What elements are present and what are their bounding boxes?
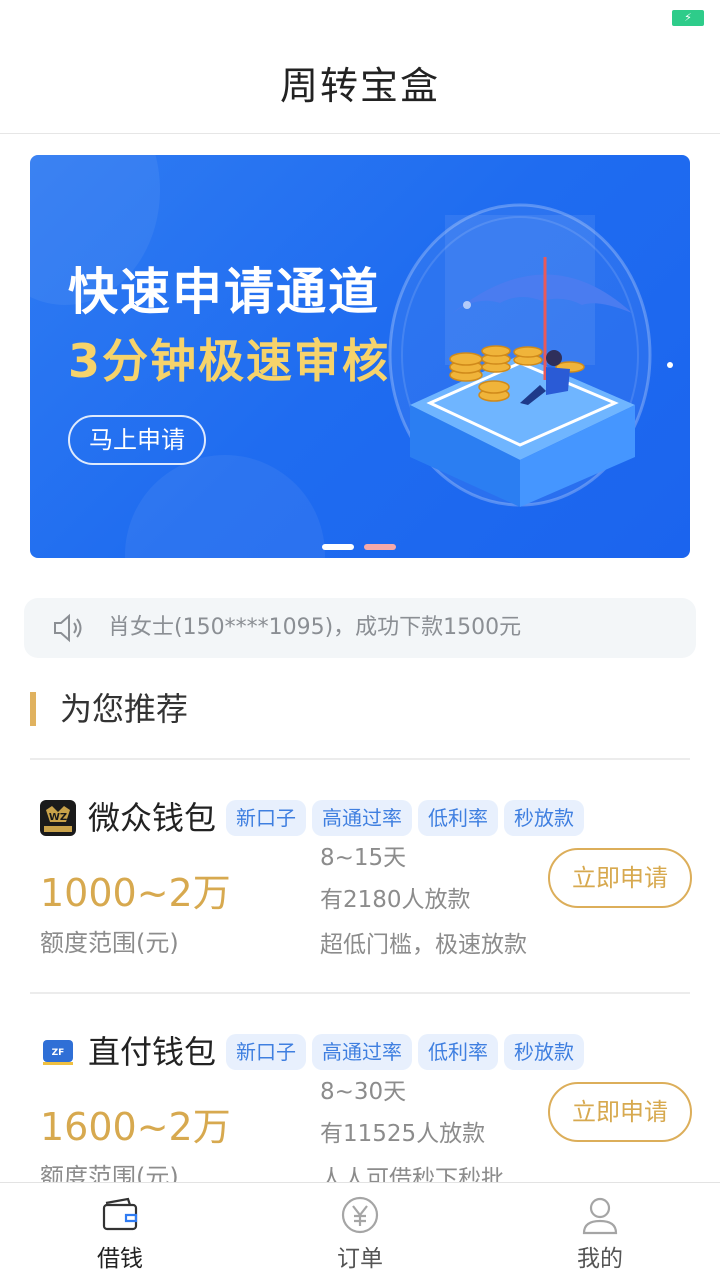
loan-amount-label: 额度范围(元) bbox=[40, 929, 179, 957]
product-tag: 高通过率 bbox=[312, 800, 412, 836]
banner-title: 快速申请通道 bbox=[68, 263, 380, 321]
promo-banner[interactable]: 快速申请通道 3分钟极速审核 马上申请 bbox=[30, 155, 690, 558]
carousel-indicator[interactable] bbox=[322, 535, 406, 550]
wallet-icon bbox=[102, 1197, 138, 1231]
product-tag: 低利率 bbox=[418, 1034, 498, 1070]
page-title: 周转宝盒 bbox=[279, 64, 440, 108]
wz-wallet-logo-icon: WZ bbox=[40, 800, 76, 836]
lent-count: 有11525人放款 bbox=[320, 1121, 486, 1147]
apply-button[interactable]: 立即申请 bbox=[548, 848, 692, 908]
tab-label: 订单 bbox=[337, 1246, 383, 1272]
loan-notice-bar: 肖女士(150****1095)，成功下款1500元 bbox=[24, 598, 696, 658]
product-name: 微众钱包 bbox=[88, 799, 217, 837]
lent-count: 有2180人放款 bbox=[320, 887, 471, 913]
tab-orders[interactable]: 订单 bbox=[240, 1183, 480, 1280]
carousel-dot[interactable] bbox=[364, 544, 396, 550]
loan-amount-range: 1600~2万 bbox=[40, 1105, 231, 1149]
umbrella-vault-illustration bbox=[388, 203, 673, 507]
product-tag: 低利率 bbox=[418, 800, 498, 836]
product-name: 直付钱包 bbox=[88, 1033, 217, 1071]
section-title: 为您推荐 bbox=[60, 690, 189, 728]
svg-text:WZ: WZ bbox=[49, 812, 67, 823]
product-tag: 新口子 bbox=[226, 1034, 306, 1070]
tab-label: 借钱 bbox=[97, 1246, 143, 1272]
apply-button[interactable]: 立即申请 bbox=[548, 1082, 692, 1142]
carousel-dot-active[interactable] bbox=[322, 544, 354, 550]
product-tags: 新口子 高通过率 低利率 秒放款 bbox=[226, 1034, 590, 1070]
tab-label: 我的 bbox=[577, 1246, 623, 1272]
yen-coin-icon bbox=[341, 1196, 379, 1234]
banner-subtitle: 3分钟极速审核 bbox=[68, 334, 391, 388]
product-tag: 秒放款 bbox=[504, 800, 584, 836]
section-accent-bar bbox=[30, 692, 36, 726]
tab-borrow[interactable]: 借钱 bbox=[0, 1183, 240, 1280]
apply-now-button[interactable]: 马上申请 bbox=[68, 415, 206, 465]
bottom-tab-bar: 借钱 订单 我的 bbox=[0, 1182, 720, 1280]
loan-amount-range: 1000~2万 bbox=[40, 871, 231, 915]
person-icon bbox=[582, 1197, 618, 1235]
loan-term: 8~30天 bbox=[320, 1079, 407, 1105]
speaker-icon bbox=[54, 613, 82, 643]
battery-charging-icon: ⚡ bbox=[672, 10, 704, 26]
notice-text: 肖女士(150****1095)，成功下款1500元 bbox=[108, 615, 522, 640]
zf-wallet-logo-icon: ZF bbox=[40, 1034, 76, 1070]
product-tags: 新口子 高通过率 低利率 秒放款 bbox=[226, 800, 590, 836]
product-slogan: 超低门槛，极速放款 bbox=[320, 932, 527, 958]
status-bar: ⚡ bbox=[0, 0, 720, 36]
svg-text:ZF: ZF bbox=[52, 1048, 65, 1058]
product-tag: 高通过率 bbox=[312, 1034, 412, 1070]
loan-term: 8~15天 bbox=[320, 845, 407, 871]
product-card[interactable]: WZ 微众钱包 新口子 高通过率 低利率 秒放款 1000~2万 额度范围(元) 8~… bbox=[0, 760, 720, 992]
nav-bar: 周转宝盒 bbox=[0, 36, 720, 134]
product-tag: 新口子 bbox=[226, 800, 306, 836]
tab-profile[interactable]: 我的 bbox=[480, 1183, 720, 1280]
banner-decor-circle bbox=[125, 455, 325, 558]
product-tag: 秒放款 bbox=[504, 1034, 584, 1070]
